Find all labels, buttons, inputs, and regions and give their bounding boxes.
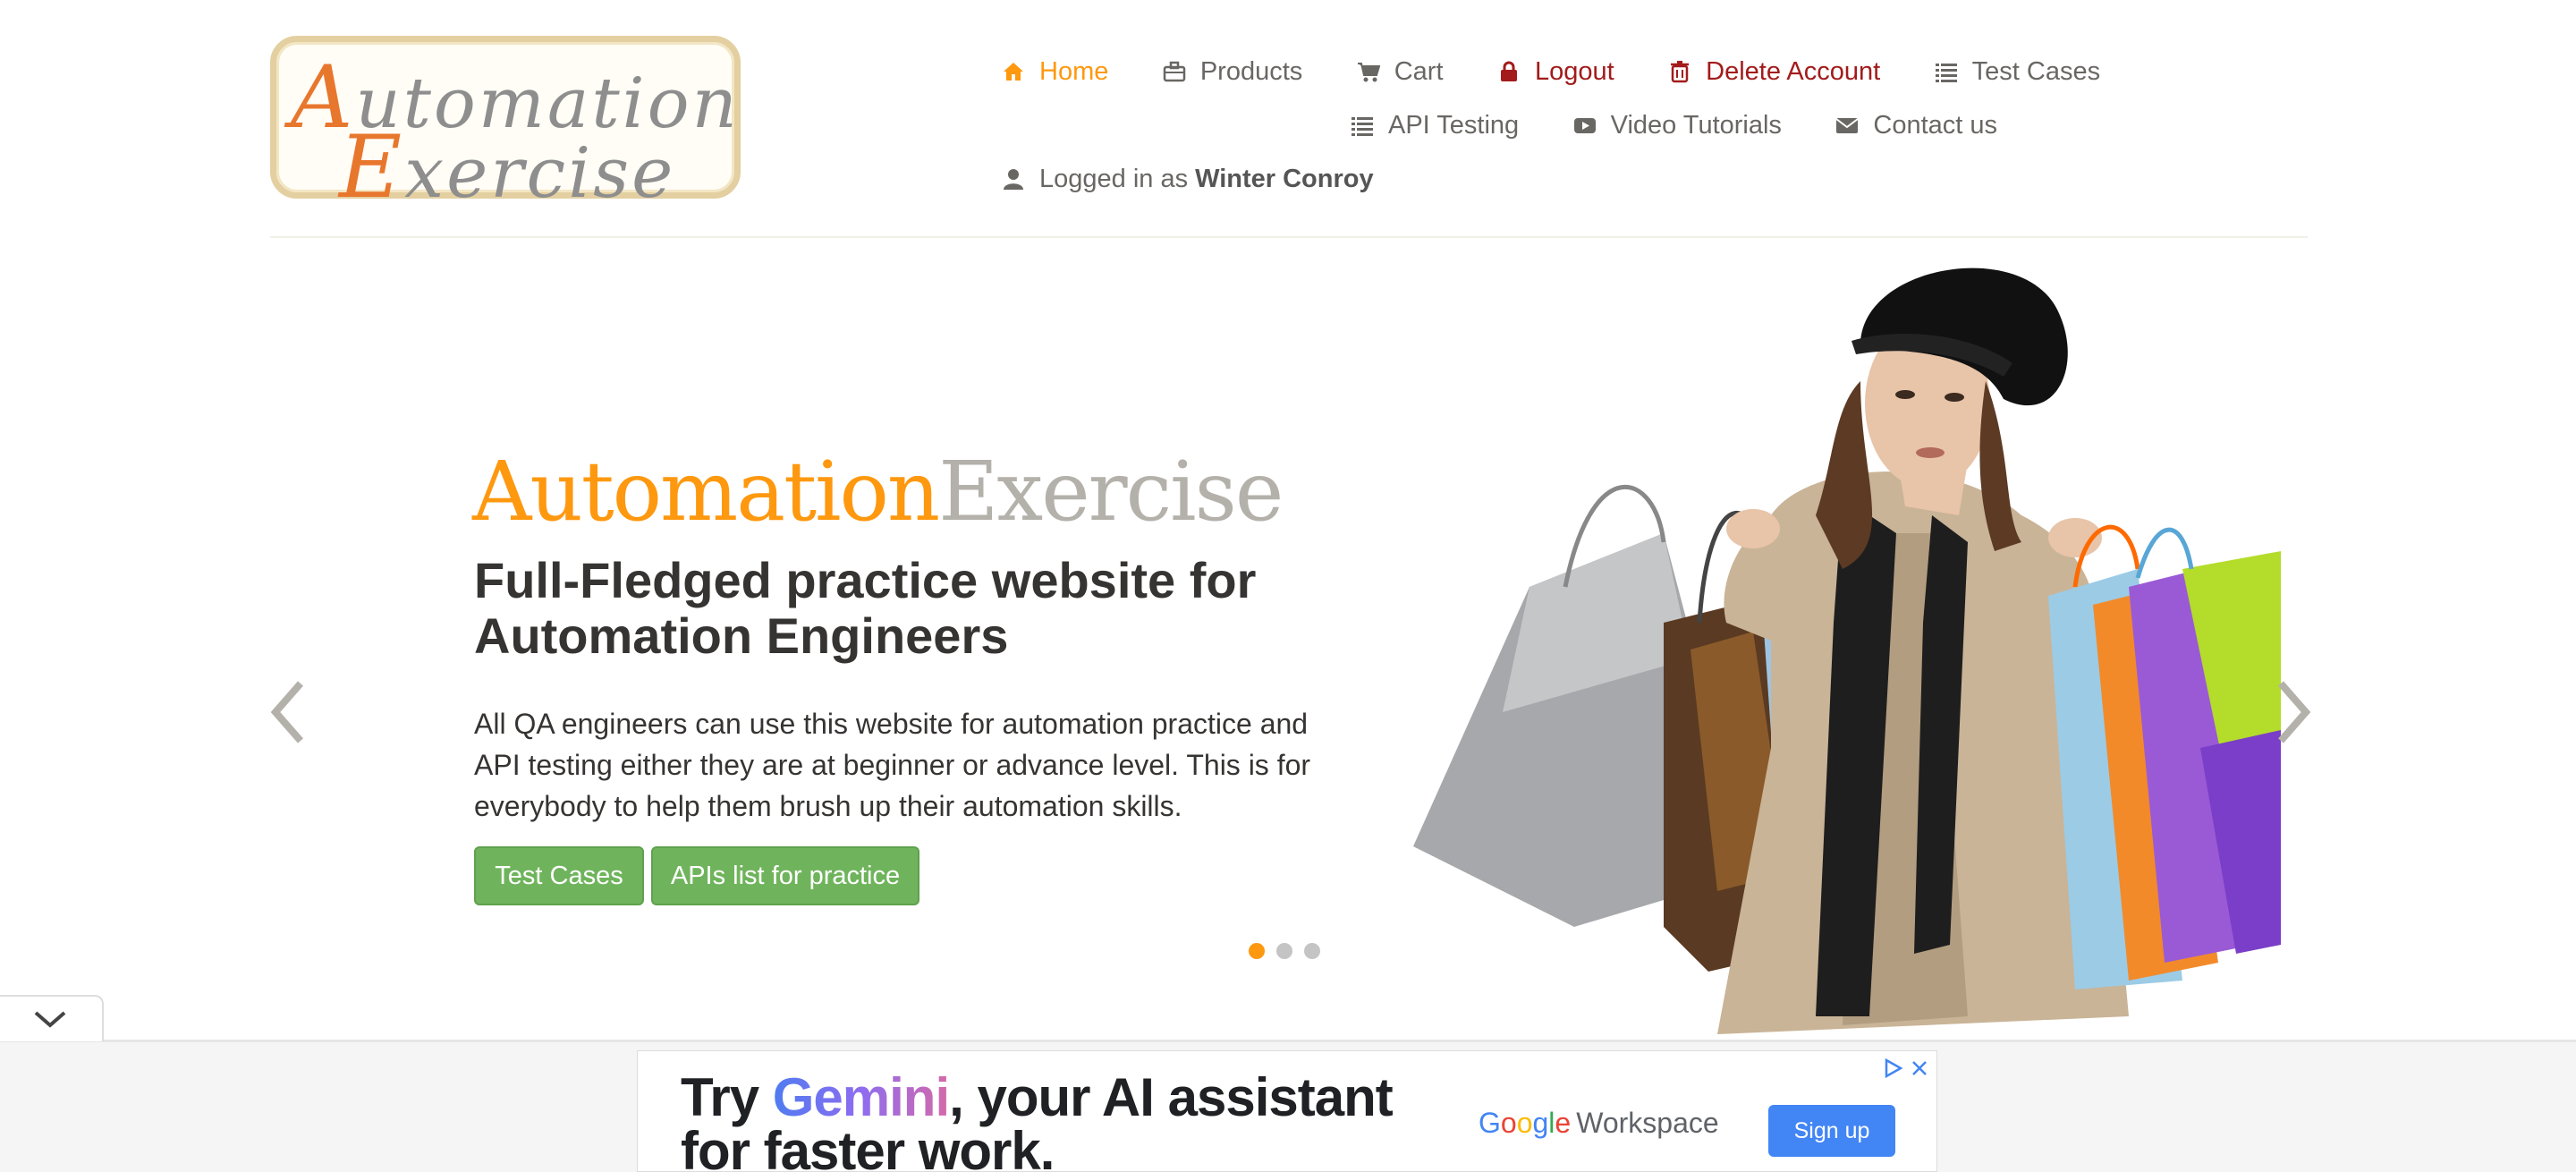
slider-dot-2[interactable] (1276, 943, 1292, 959)
ad-signup-button[interactable]: Sign up (1768, 1105, 1895, 1157)
trash-icon (1668, 60, 1691, 83)
test-cases-button[interactable]: Test Cases (474, 846, 644, 905)
nav-api-testing-label: API Testing (1388, 110, 1520, 140)
nav-api-testing[interactable]: API Testing (1351, 104, 1519, 147)
nav-products[interactable]: Products (1163, 50, 1302, 93)
logged-in-prefix: Logged in as (1039, 164, 1189, 193)
nav-delete-account[interactable]: Delete Account (1668, 50, 1880, 93)
hero-girl-image (1413, 268, 2281, 1034)
logged-in-username: Winter Conroy (1195, 164, 1374, 193)
nav-delete-account-label: Delete Account (1706, 56, 1881, 86)
nav-test-cases-label: Test Cases (1971, 56, 2101, 86)
home-icon (1002, 60, 1025, 83)
nav-video-tutorials-label: Video Tutorials (1610, 110, 1782, 140)
chevron-left-icon (270, 681, 304, 743)
nav-home[interactable]: Home (1002, 50, 1108, 93)
list-icon (1351, 114, 1374, 137)
nav-logout[interactable]: Logout (1497, 50, 1614, 93)
ad-collapse-button[interactable] (0, 995, 104, 1041)
slider-dot-1[interactable] (1249, 943, 1265, 959)
google-workspace-logo: Google Workspace (1479, 1107, 1719, 1139)
list-icon (1935, 60, 1958, 83)
nav-cart-label: Cart (1394, 56, 1444, 86)
nav-logout-label: Logout (1534, 56, 1614, 86)
hero-title: Full-Fledged practice website for Automa… (474, 552, 1257, 664)
ad-banner[interactable]: Try Gemini, your AI assistant for faster… (637, 1050, 1937, 1172)
slider-prev-button[interactable] (263, 676, 317, 748)
site-logo[interactable]: Automation Exercise (270, 36, 741, 217)
hero-brand: AutomationExercise (472, 444, 1284, 539)
slider-next-button[interactable] (2265, 676, 2318, 748)
close-icon[interactable] (1908, 1057, 1931, 1080)
cart-icon (1357, 60, 1381, 83)
lock-icon (1497, 60, 1521, 83)
slider-indicators (1249, 943, 1332, 964)
slider-dot-3[interactable] (1304, 943, 1320, 959)
ad-banner-bar: Try Gemini, your AI assistant for faster… (0, 1042, 2576, 1172)
envelope-icon (1835, 114, 1859, 137)
nav-video-tutorials[interactable]: Video Tutorials (1573, 104, 1782, 147)
nav-test-cases[interactable]: Test Cases (1935, 50, 2100, 93)
chevron-right-icon (2277, 681, 2311, 743)
nav-contact-us-label: Contact us (1873, 110, 1998, 140)
nav-cart[interactable]: Cart (1357, 50, 1444, 93)
logo-line-2: Exercise (339, 117, 676, 217)
logged-in-status: Logged in as Winter Conroy (1002, 157, 1374, 200)
nav-home-label: Home (1039, 56, 1109, 86)
user-icon (1002, 167, 1025, 191)
apis-list-button[interactable]: APIs list for practice (651, 846, 919, 905)
hero-description: All QA engineers can use this website fo… (474, 708, 1311, 822)
chevron-down-icon (34, 1011, 66, 1028)
site-header: Automation Exercise Home Products Cart L… (0, 0, 2576, 238)
nav-contact-us[interactable]: Contact us (1835, 104, 1997, 147)
briefcase-icon (1163, 60, 1186, 83)
ad-headline: Try Gemini, your AI assistant for faster… (681, 1067, 1394, 1172)
adchoices-icon[interactable] (1881, 1057, 1904, 1080)
youtube-icon (1573, 114, 1597, 137)
nav-products-label: Products (1199, 56, 1303, 86)
hero-slider: AutomationExercise Full-Fledged practice… (0, 238, 2576, 1040)
